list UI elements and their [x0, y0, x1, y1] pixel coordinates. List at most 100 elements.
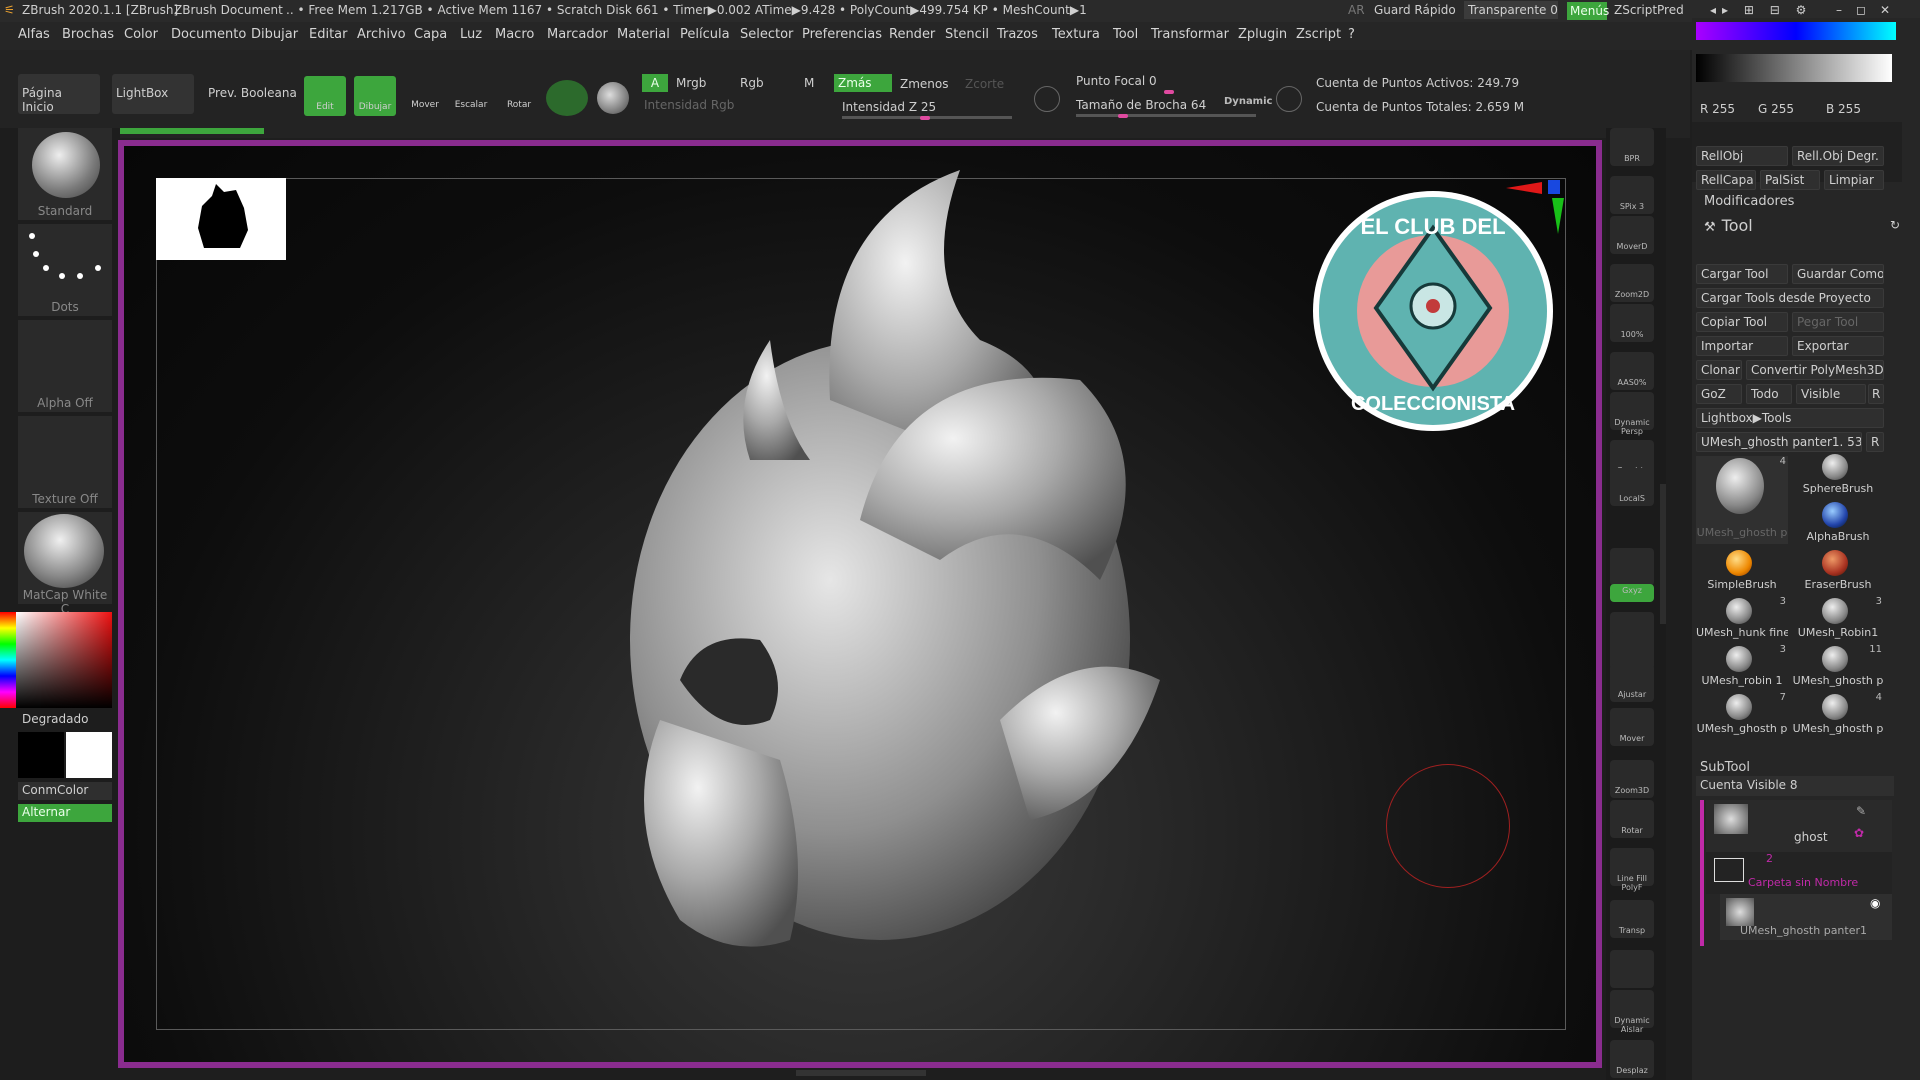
eye-icon[interactable]: ◉: [1870, 896, 1880, 910]
mrgb-toggle[interactable]: Mrgb: [676, 76, 706, 90]
rgb-toggle[interactable]: Rgb: [740, 76, 764, 90]
shelf-button-21[interactable]: Desplaz: [1610, 1040, 1654, 1078]
dynamic-toggle[interactable]: Dynamic: [1224, 96, 1272, 107]
menu-item-luz[interactable]: Luz: [460, 27, 482, 42]
red-value[interactable]: R 255: [1700, 102, 1735, 116]
shelf-button-19[interactable]: [1610, 950, 1654, 988]
shelf-button-16[interactable]: Rotar: [1610, 800, 1654, 838]
secondary-color-swatch[interactable]: [18, 732, 64, 778]
blue-value[interactable]: B 255: [1826, 102, 1861, 116]
shelf-button-14[interactable]: Mover: [1610, 708, 1654, 746]
edit-button[interactable]: Edit: [304, 76, 346, 116]
boolean-preview-button[interactable]: Prev. Booleana: [208, 86, 297, 100]
system-palette-button[interactable]: PalSist: [1760, 170, 1820, 190]
import-button[interactable]: Importar: [1696, 336, 1788, 356]
green-value[interactable]: G 255: [1758, 102, 1794, 116]
main-color-swatch[interactable]: [66, 732, 112, 778]
menu-item-material[interactable]: Material: [617, 27, 670, 42]
window-controls-icon[interactable]: –◻✕: [1836, 3, 1904, 17]
zsub-toggle[interactable]: Zmenos: [900, 77, 949, 91]
shelf-button-13[interactable]: Ajustar: [1610, 664, 1654, 702]
z-intensity-slider[interactable]: Intensidad Z 25: [842, 100, 936, 114]
shelf-button-10[interactable]: Gxyz: [1610, 584, 1654, 602]
material-slot[interactable]: MatCap White C: [18, 512, 112, 616]
rotate-button[interactable]: Rotar: [500, 80, 538, 110]
switch-color-button[interactable]: ConmColor: [18, 782, 112, 800]
dynamic-icon[interactable]: [1276, 86, 1302, 112]
r-button[interactable]: R: [1868, 384, 1884, 404]
menu-item-alfas[interactable]: Alfas: [18, 27, 50, 42]
home-page-button[interactable]: Página Inicio: [18, 74, 100, 114]
axis-gizmo-icon[interactable]: [1506, 176, 1566, 236]
move-button[interactable]: Mover: [406, 80, 444, 110]
zscript-button[interactable]: ZScriptPred: [1614, 3, 1684, 17]
right-splitter[interactable]: [1660, 484, 1666, 624]
menu-item-documento[interactable]: Documento: [171, 27, 246, 42]
brush-toggle-icon[interactable]: ✎: [1856, 804, 1866, 818]
shelf-button-9[interactable]: [1610, 548, 1654, 586]
export-button[interactable]: Exportar: [1792, 336, 1884, 356]
shelf-button-5[interactable]: AAS0%: [1610, 352, 1654, 390]
fill-object-gradient-button[interactable]: Rell.Obj Degr.: [1792, 146, 1884, 166]
menu-item-transformar[interactable]: Transformar: [1151, 27, 1229, 42]
tool-thumb-1[interactable]: SphereBrush: [1792, 452, 1884, 496]
menu-item-zplugin[interactable]: Zplugin: [1238, 27, 1287, 42]
zadd-toggle[interactable]: Zmás: [834, 74, 892, 92]
gradient-label[interactable]: Degradado: [22, 712, 88, 726]
copy-tool-button[interactable]: Copiar Tool: [1696, 312, 1788, 332]
tool-thumb-8[interactable]: UMesh_ghosth p 11: [1792, 644, 1884, 688]
shelf-button-17[interactable]: Line Fill PolyF: [1610, 848, 1654, 892]
shelf-button-15[interactable]: Zoom3D: [1610, 760, 1654, 798]
menu-item-archivo[interactable]: Archivo: [357, 27, 406, 42]
quick-save-button[interactable]: Guard Rápido: [1374, 3, 1456, 17]
menu-item-brochas[interactable]: Brochas: [62, 27, 114, 42]
menu-item-color[interactable]: Color: [124, 27, 158, 42]
menu-item-stencil[interactable]: Stencil: [945, 27, 989, 42]
tool-thumb-2[interactable]: AlphaBrush: [1792, 500, 1884, 544]
shelf-button-18[interactable]: Transp: [1610, 900, 1654, 938]
alternate-button[interactable]: Alternar: [18, 804, 112, 822]
tool-thumb-6[interactable]: UMesh_Robin1 3: [1792, 596, 1884, 640]
menu-item-macro[interactable]: Macro: [495, 27, 534, 42]
current-tool-r-button[interactable]: R: [1866, 432, 1884, 452]
material-sphere-icon[interactable]: [597, 82, 629, 114]
tool-thumb-4[interactable]: EraserBrush: [1792, 548, 1884, 592]
gear-icon[interactable]: ✿: [1854, 826, 1864, 840]
clear-button[interactable]: Limpiar: [1824, 170, 1884, 190]
value-slider[interactable]: [1696, 54, 1892, 82]
bottom-scroll-handle[interactable]: [796, 1070, 926, 1076]
current-tool-slider[interactable]: UMesh_ghosth panter1. 53: [1696, 432, 1862, 452]
tool-thumb-5[interactable]: UMesh_hunk fine 3: [1696, 596, 1788, 640]
focal-knob[interactable]: [1164, 90, 1174, 94]
transparent-slider[interactable]: Transparente 0: [1464, 1, 1558, 19]
a-toggle[interactable]: A: [642, 74, 668, 92]
sculpt-model[interactable]: [560, 160, 1160, 980]
tool-thumb-9[interactable]: UMesh_ghosth p 7: [1696, 692, 1788, 736]
stroke-slot[interactable]: Dots: [18, 224, 112, 316]
shelf-button-6[interactable]: Dynamic Persp: [1610, 392, 1654, 436]
rgb-intensity-slider[interactable]: Intensidad Rgb: [644, 98, 734, 112]
menu-item-editar[interactable]: Editar: [309, 27, 348, 42]
clone-button[interactable]: Clonar: [1696, 360, 1742, 380]
menu-item-capa[interactable]: Capa: [414, 27, 447, 42]
fill-layer-button[interactable]: RellCapa: [1696, 170, 1756, 190]
tool-thumb-3[interactable]: SimpleBrush: [1696, 548, 1788, 592]
goz-button[interactable]: GoZ: [1696, 384, 1742, 404]
lightbox-tools-button[interactable]: Lightbox▶Tools: [1696, 408, 1884, 428]
menu-item-zscript[interactable]: Zscript: [1296, 27, 1341, 42]
shelf-button-2[interactable]: MoverD: [1610, 216, 1654, 254]
menu-item-preferencias[interactable]: Preferencias: [802, 27, 882, 42]
shelf-button-0[interactable]: BPR: [1610, 128, 1654, 166]
menu-item-dibujar[interactable]: Dibujar: [251, 27, 298, 42]
convert-polymesh-button[interactable]: Convertir PolyMesh3D: [1746, 360, 1884, 380]
menu-item-help[interactable]: ?: [1348, 27, 1355, 42]
menu-item-marcador[interactable]: Marcador: [547, 27, 608, 42]
gizmo-icon[interactable]: [546, 80, 588, 116]
shelf-button-4[interactable]: 100%: [1610, 304, 1654, 342]
menu-item-render[interactable]: Render: [889, 27, 935, 42]
zcut-toggle[interactable]: Zcorte: [965, 77, 1004, 91]
subtool-folder[interactable]: 2 Carpeta sin Nombre: [1706, 852, 1892, 894]
color-picker[interactable]: [16, 612, 112, 708]
navigator-thumbnail[interactable]: [156, 178, 286, 260]
fill-object-button[interactable]: RellObj: [1696, 146, 1788, 166]
